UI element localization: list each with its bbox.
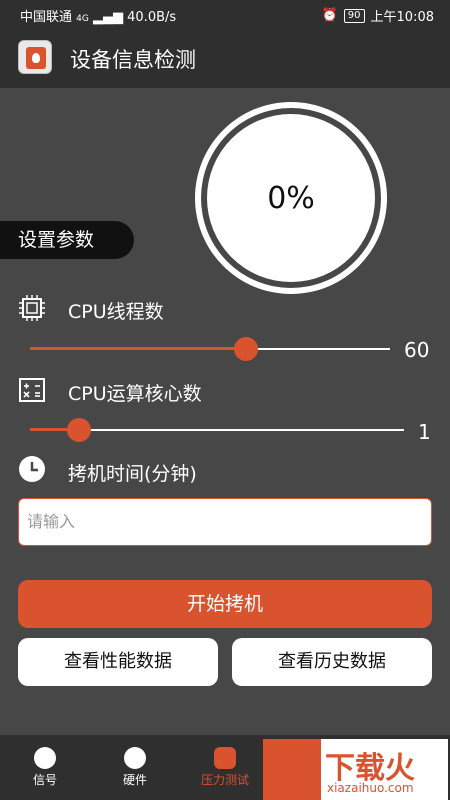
nav-item-signal[interactable]: 信号: [10, 747, 80, 788]
watermark: 下载火 xiazaihuo.com: [263, 739, 448, 800]
cores-label: CPU运算核心数: [68, 383, 202, 405]
threads-value: 60: [404, 338, 430, 362]
settings-label: 设置参数: [0, 221, 134, 259]
cores-value: 1: [418, 420, 431, 444]
start-burn-button[interactable]: 开始拷机: [18, 580, 432, 628]
threads-slider-thumb[interactable]: [234, 337, 258, 361]
signal-tab-icon: [34, 747, 56, 769]
nav-item-hardware[interactable]: 硬件: [100, 747, 170, 788]
burn-time-input[interactable]: 请输入: [18, 498, 432, 546]
app-title: 设备信息检测: [70, 48, 196, 72]
net-speed: 40.0B/s: [127, 10, 177, 25]
threads-slider[interactable]: [30, 337, 390, 361]
nav-label: 信号: [32, 773, 57, 787]
nav-item-stress-test[interactable]: 压力测试: [190, 747, 260, 788]
clock: 上午10:08: [370, 10, 434, 25]
view-performance-button[interactable]: 查看性能数据: [18, 638, 218, 686]
nav-label: 硬件: [122, 773, 147, 787]
view-history-button[interactable]: 查看历史数据: [232, 638, 432, 686]
cores-slider-thumb[interactable]: [66, 418, 91, 442]
cpu-chip-icon: [19, 295, 45, 321]
status-bar: 中国联通 4G ▂▄▆ 40.0B/s ⏰ 90 上午10:08: [0, 0, 450, 28]
burn-time-label: 拷机时间(分钟): [68, 463, 197, 485]
watermark-url: xiazaihuo.com: [327, 781, 414, 795]
stress-test-tab-icon: [214, 747, 236, 769]
carrier: 中国联通: [20, 10, 73, 25]
signal-icon: ▂▄▆: [93, 10, 123, 25]
clock-icon: [19, 456, 45, 482]
app-logo-icon: [18, 40, 52, 74]
alarm-icon: ⏰: [321, 8, 338, 23]
network-type: 4G: [76, 14, 89, 24]
threads-label: CPU线程数: [68, 301, 164, 323]
burn-time-placeholder: 请输入: [27, 512, 76, 531]
watermark-logo-icon: [263, 739, 321, 800]
progress-dial: 0%: [195, 102, 387, 294]
hardware-tab-icon: [124, 747, 146, 769]
progress-percent: 0%: [207, 114, 375, 282]
app-bar: 设备信息检测: [0, 28, 450, 88]
cores-slider[interactable]: [30, 418, 404, 442]
nav-label: 压力测试: [200, 773, 249, 787]
calculator-icon: [19, 378, 45, 402]
battery-icon: 90: [343, 8, 365, 23]
